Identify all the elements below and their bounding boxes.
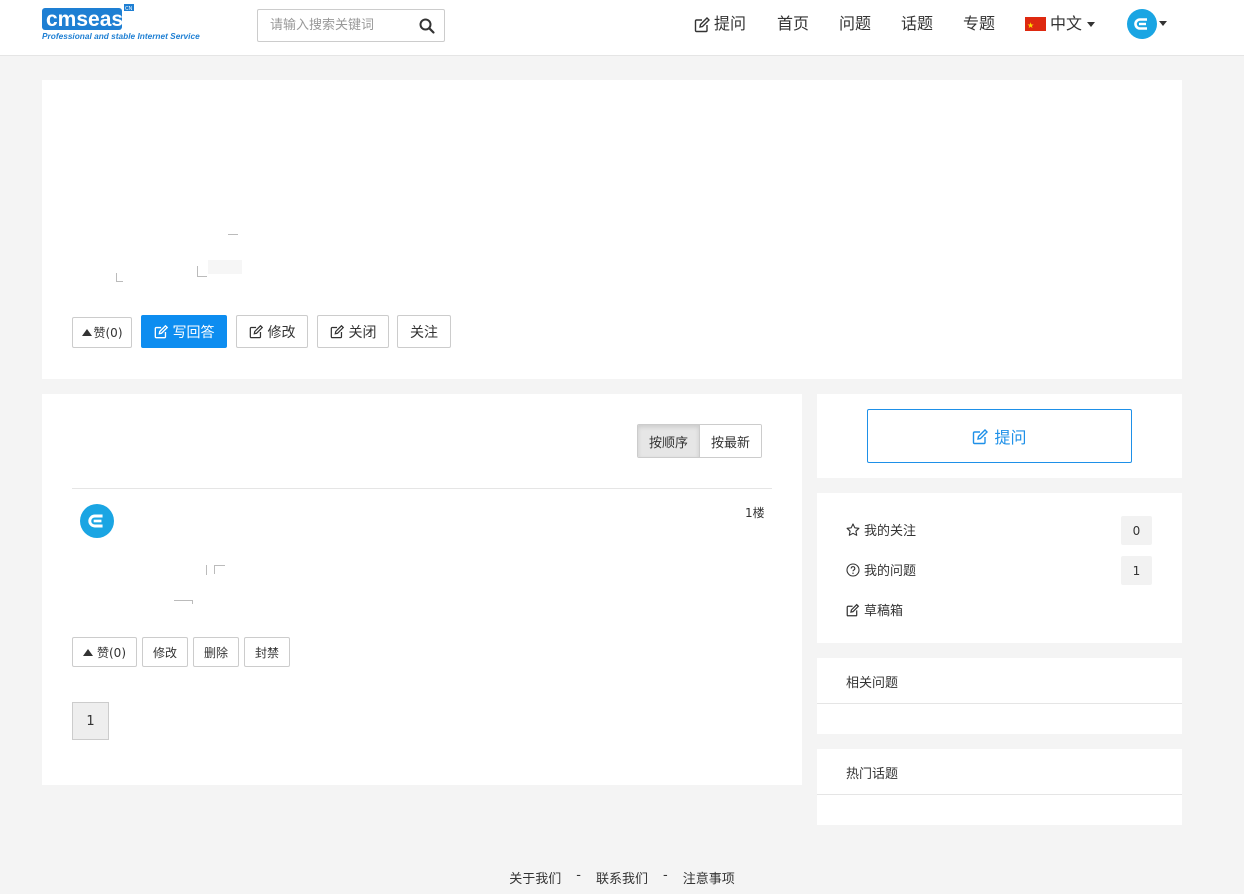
my-follow-link[interactable]: 我的关注 — [846, 520, 916, 539]
nav-topics-label: 话题 — [901, 14, 934, 33]
edit-icon — [973, 428, 989, 444]
logo-e-icon — [88, 514, 103, 528]
answer-ban-button[interactable]: 封禁 — [244, 637, 290, 667]
search-input[interactable] — [258, 10, 408, 41]
svg-text:CN: CN — [125, 6, 133, 12]
pagination-page-1[interactable]: 1 — [72, 702, 109, 740]
drafts-label: 草稿箱 — [864, 604, 904, 619]
edit-label: 修改 — [267, 324, 296, 341]
nav-specials-label: 专题 — [963, 14, 996, 33]
related-questions-title: 相关问题 — [846, 676, 899, 691]
drafts-link[interactable]: 草稿箱 — [846, 600, 903, 619]
nav-ask[interactable]: 提问 — [694, 12, 746, 36]
my-questions-count: 1 — [1121, 556, 1152, 585]
edit-icon — [846, 603, 860, 616]
nav-questions-label: 问题 — [839, 14, 872, 33]
footer-links: 关于我们 - 联系我们 - 注意事项 — [0, 868, 1244, 887]
nav-questions[interactable]: 问题 — [839, 12, 871, 36]
answer-delete-button[interactable]: 删除 — [193, 637, 239, 667]
ban-label: 封禁 — [254, 645, 279, 660]
close-label: 关闭 — [348, 324, 377, 341]
nav-specials[interactable]: 专题 — [963, 12, 995, 36]
edit-label: 修改 — [152, 645, 177, 660]
sort-toggle: 按顺序 按最新 — [637, 424, 763, 458]
write-answer-button[interactable]: 写回答 — [141, 315, 227, 348]
answers-divider — [72, 488, 772, 489]
close-question-button[interactable]: 关闭 — [317, 315, 389, 348]
nav-home[interactable]: 首页 — [777, 12, 809, 36]
edit-icon — [330, 324, 344, 339]
language-switcher[interactable]: 中文 — [1025, 12, 1096, 38]
svg-text:Professional and stable Intern: Professional and stable Internet Service — [42, 31, 200, 41]
footer-separator: - — [663, 868, 668, 883]
sort-by-order-button[interactable]: 按顺序 — [638, 425, 701, 457]
language-label: 中文 — [1050, 14, 1083, 33]
cmseasy-logo[interactable]: cmseasy Professional and stable Internet… — [42, 4, 226, 42]
write-answer-label: 写回答 — [172, 324, 215, 341]
content-artifact — [116, 273, 123, 282]
nav-topics[interactable]: 话题 — [901, 12, 933, 36]
answer-edit-button[interactable]: 修改 — [142, 637, 188, 667]
footer-about-link[interactable]: 关于我们 — [509, 868, 561, 887]
logo-e-icon — [1134, 18, 1147, 30]
content-artifact — [206, 565, 207, 575]
my-questions-link[interactable]: 我的问题 — [846, 560, 916, 579]
edit-icon — [694, 16, 710, 32]
edit-icon — [249, 324, 263, 339]
search-icon[interactable] — [418, 17, 436, 35]
edit-icon — [154, 324, 168, 339]
edit-question-button[interactable]: 修改 — [236, 315, 308, 348]
question-like-button[interactable]: 赞(0) — [72, 317, 132, 348]
nav-home-label: 首页 — [777, 14, 810, 33]
content-artifact — [197, 266, 207, 277]
star-icon — [846, 522, 860, 536]
my-questions-label: 我的问题 — [864, 564, 917, 579]
user-avatar-icon[interactable] — [1127, 9, 1157, 39]
like-label: 赞(0) — [97, 645, 126, 660]
sidebar-ask-button[interactable]: 提问 — [867, 409, 1132, 463]
footer-separator: - — [576, 868, 581, 883]
like-label: 赞(0) — [93, 326, 123, 340]
sidebar-ask-label: 提问 — [994, 428, 1027, 447]
my-follow-count: 0 — [1121, 516, 1152, 545]
floor-number: 1楼 — [745, 506, 765, 520]
hot-topics-panel — [817, 749, 1182, 825]
chevron-down-icon — [1087, 21, 1096, 27]
my-follow-label: 我的关注 — [864, 524, 917, 539]
answer-author-avatar[interactable] — [80, 504, 114, 538]
answer-like-button[interactable]: 赞(0) — [72, 637, 137, 667]
content-artifact — [228, 234, 238, 235]
follow-label: 关注 — [410, 324, 438, 341]
footer-notice-link[interactable]: 注意事项 — [683, 868, 735, 887]
footer-contact-link[interactable]: 联系我们 — [596, 868, 648, 887]
search-box — [257, 9, 445, 42]
question-circle-icon — [846, 562, 860, 577]
hot-topics-title: 热门话题 — [846, 767, 899, 782]
delete-label: 删除 — [203, 645, 228, 660]
content-artifact — [174, 600, 193, 604]
user-menu-chevron-icon[interactable] — [1159, 21, 1167, 26]
related-divider — [817, 703, 1182, 704]
content-artifact — [208, 260, 242, 274]
content-artifact — [214, 565, 225, 574]
nav-ask-label: 提问 — [714, 14, 747, 33]
hot-topics-divider — [817, 794, 1182, 795]
like-triangle-icon — [83, 648, 93, 656]
like-triangle-icon — [81, 329, 92, 336]
top-navbar: cmseasy Professional and stable Internet… — [0, 0, 1244, 56]
related-questions-panel — [817, 658, 1182, 734]
sort-by-newest-button[interactable]: 按最新 — [700, 425, 762, 457]
svg-text:cmseasy: cmseasy — [46, 8, 135, 31]
follow-question-button[interactable]: 关注 — [397, 315, 451, 348]
china-flag-icon — [1025, 14, 1046, 38]
